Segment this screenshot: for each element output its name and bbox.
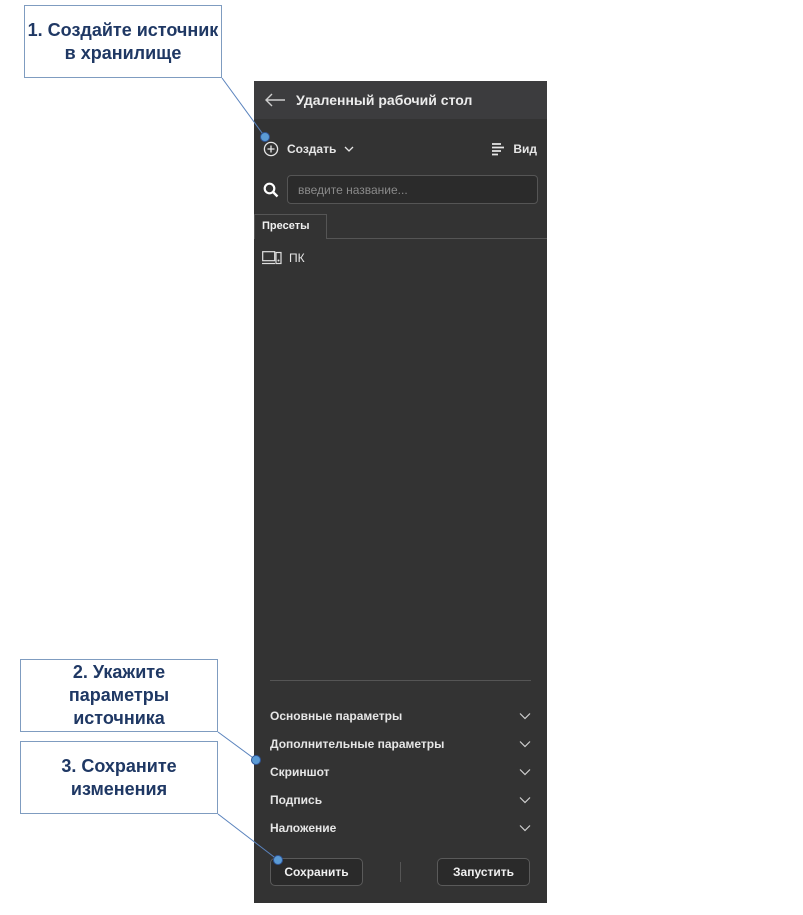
section-caption[interactable]: Подпись: [270, 786, 531, 814]
toolbar: Создать Вид: [263, 138, 537, 160]
view-label: Вид: [513, 142, 537, 156]
search-row: [263, 175, 538, 204]
section-additional-params[interactable]: Дополнительные параметры: [270, 730, 531, 758]
create-label: Создать: [287, 142, 337, 156]
section-label: Скриншот: [270, 765, 330, 779]
preset-item-pc[interactable]: ПК: [262, 251, 305, 265]
back-arrow-icon[interactable]: [264, 92, 286, 108]
section-label: Дополнительные параметры: [270, 737, 445, 751]
section-label: Наложение: [270, 821, 337, 835]
search-input[interactable]: [287, 175, 538, 204]
add-circle-icon: [263, 141, 279, 157]
tab-presets[interactable]: Пресеты: [254, 214, 327, 239]
connector-line-2: [217, 731, 257, 761]
panel-footer: Сохранить Запустить: [270, 858, 530, 886]
run-button[interactable]: Запустить: [437, 858, 530, 886]
divider: [270, 680, 531, 681]
remote-desktop-panel: Удаленный рабочий стол Создать Вид введи…: [254, 81, 547, 903]
section-overlay[interactable]: Наложение: [270, 814, 531, 842]
callout-step-2-line-1: 2. Укажите параметры: [68, 662, 170, 705]
section-label: Подпись: [270, 793, 323, 807]
chevron-down-icon: [519, 825, 531, 832]
callout-step-2: 2. Укажите параметры источника: [20, 659, 218, 732]
tabs-bar: Пресеты: [254, 214, 547, 239]
view-lines-icon: [492, 143, 505, 156]
panel-header: Удаленный рабочий стол: [254, 81, 547, 119]
callout-step-3: 3. Сохраните изменения: [20, 741, 218, 814]
chevron-down-icon: [519, 741, 531, 748]
footer-separator: [400, 862, 401, 882]
callout-step-2-line-2: источника: [73, 708, 165, 728]
section-main-params[interactable]: Основные параметры: [270, 702, 531, 730]
search-icon: [263, 182, 279, 197]
callout-step-3-line-2: изменения: [70, 778, 168, 799]
callout-step-1: 1. Создайте источник в хранилище: [24, 5, 222, 78]
remote-desktop-icon: [262, 251, 282, 265]
chevron-down-icon: [519, 797, 531, 804]
view-button[interactable]: Вид: [491, 142, 537, 156]
callout-step-3-line-1: 3. Сохраните: [61, 755, 177, 776]
panel-title: Удаленный рабочий стол: [296, 92, 473, 108]
chevron-down-icon: [519, 769, 531, 776]
chevron-down-icon: [519, 713, 531, 720]
preset-item-label: ПК: [289, 251, 305, 265]
callout-step-1-line-2: в хранилище: [64, 42, 182, 63]
save-button[interactable]: Сохранить: [270, 858, 363, 886]
section-screenshot[interactable]: Скриншот: [270, 758, 531, 786]
create-button[interactable]: Создать: [263, 141, 354, 157]
tab-presets-label: Пресеты: [262, 220, 310, 232]
chevron-down-icon: [344, 146, 354, 152]
section-label: Основные параметры: [270, 709, 403, 723]
parameter-sections: Основные параметры Дополнительные параме…: [270, 702, 531, 842]
callout-step-1-line-1: 1. Создайте источник: [27, 19, 219, 40]
